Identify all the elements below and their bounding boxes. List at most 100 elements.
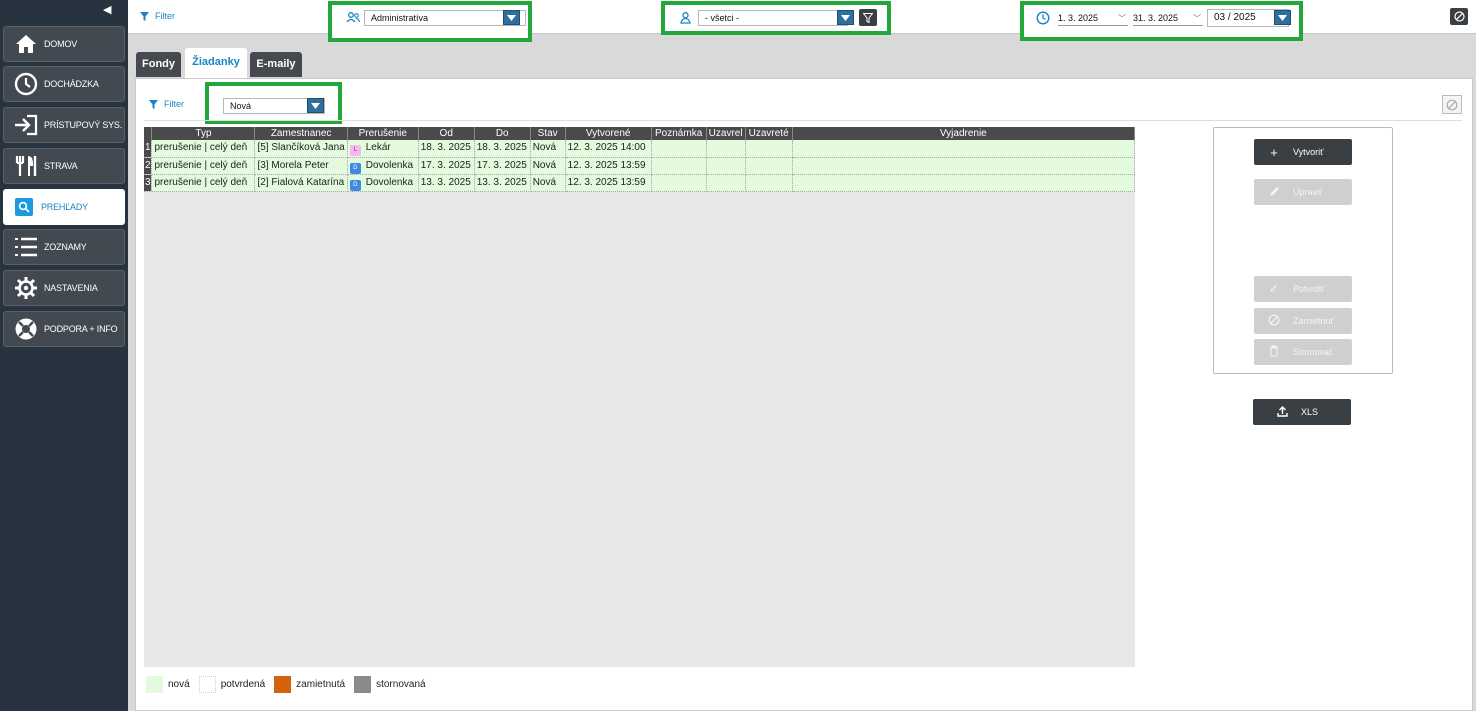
sidebar-item-prehlady[interactable]: PREHĽADY bbox=[3, 189, 125, 225]
period-dropdown-button[interactable] bbox=[1274, 10, 1291, 25]
lifebuoy-icon bbox=[13, 316, 39, 342]
absence-type-tag: L bbox=[349, 145, 361, 156]
edit-button[interactable]: Upraviť bbox=[1254, 179, 1352, 205]
legend-label: potvrdená bbox=[220, 679, 266, 690]
date-from-field[interactable]: 1. 3. 2025 ﹀ bbox=[1058, 11, 1128, 26]
top-filter-bar: Filter Administratíva - všetci - 1. 3. 2… bbox=[128, 0, 1476, 42]
tab-fondy[interactable]: Fondy bbox=[136, 52, 181, 77]
cell-uzavrete bbox=[745, 140, 793, 158]
cell-uzavrete bbox=[745, 174, 793, 192]
collapse-sidebar-icon[interactable]: ◀ bbox=[103, 4, 113, 16]
cell-zamestnanec: [2] Fialová Katarína bbox=[254, 174, 348, 192]
table-row[interactable]: 3 prerušenie | celý deň [2] Fialová Kata… bbox=[144, 174, 1136, 192]
clear-filter-button[interactable] bbox=[1442, 95, 1462, 114]
actions-box: + Vytvoriť Upraviť ✓ Potvrdiť Zamietnuť St… bbox=[1213, 127, 1393, 374]
cell-typ: prerušenie | celý deň bbox=[151, 157, 256, 175]
ban-icon bbox=[1453, 11, 1465, 22]
list-icon bbox=[13, 234, 39, 260]
button-label: Vytvoriť bbox=[1293, 147, 1324, 157]
col-uzavrete[interactable]: Uzavreté bbox=[745, 127, 793, 140]
department-value: Administratíva bbox=[371, 13, 429, 23]
reset-filter-button[interactable] bbox=[1450, 8, 1468, 25]
sidebar-item-label: PREHĽADY bbox=[41, 202, 88, 212]
tab-e-maily[interactable]: E-maily bbox=[250, 52, 302, 77]
cell-od: 13. 3. 2025 bbox=[418, 174, 475, 192]
sidebar-item-strava[interactable]: STRAVA bbox=[3, 148, 125, 184]
plus-icon: + bbox=[1270, 144, 1278, 160]
employee-dropdown-button[interactable] bbox=[837, 10, 854, 25]
cell-vytvorene: 12. 3. 2025 13:59 bbox=[565, 157, 652, 175]
col-poznamka[interactable]: Poznámka bbox=[651, 127, 707, 140]
employee-filter-button[interactable] bbox=[859, 9, 877, 26]
department-dropdown-button[interactable] bbox=[503, 10, 520, 25]
cell-vyjadrenie bbox=[792, 157, 1136, 175]
button-label: XLS bbox=[1301, 407, 1319, 417]
legend-item-zamietnuta: zamietnutá bbox=[274, 676, 345, 693]
cell-vyjadrenie bbox=[792, 140, 1136, 158]
col-vytvorene[interactable]: Vytvorené bbox=[565, 127, 652, 140]
button-label: Upraviť bbox=[1293, 187, 1323, 197]
date-range-highlight: 1. 3. 2025 ﹀ 31. 3. 2025 ﹀ 03 / 2025 bbox=[1020, 1, 1303, 41]
export-xls-button[interactable]: XLS bbox=[1253, 399, 1351, 425]
chevron-down-icon: ﹀ bbox=[1118, 14, 1126, 23]
employee-select[interactable]: - všetci - bbox=[698, 10, 848, 26]
home-icon bbox=[13, 31, 39, 57]
chevron-down-icon bbox=[507, 14, 516, 21]
cell-prerusenie: L Lekár bbox=[347, 140, 419, 158]
tab-ziadanky[interactable]: Žiadanky bbox=[185, 48, 247, 78]
cell-uzavrel bbox=[706, 157, 746, 175]
sidebar-item-pristupovy-sys[interactable]: PRÍSTUPOVÝ SYS. bbox=[3, 107, 125, 143]
col-typ[interactable]: Typ bbox=[151, 127, 256, 140]
status-filter-value: Nová bbox=[230, 101, 252, 111]
reject-button[interactable]: Zamietnuť bbox=[1254, 308, 1352, 334]
cell-od: 17. 3. 2025 bbox=[418, 157, 475, 175]
cell-stav: Nová bbox=[530, 157, 566, 175]
cell-prerusenie: D Dovolenka bbox=[347, 157, 419, 175]
status-filter-dropdown-button[interactable] bbox=[307, 98, 324, 113]
col-prerusenie[interactable]: Prerušenie bbox=[347, 127, 419, 140]
button-label: Stornovať bbox=[1293, 347, 1333, 357]
department-select[interactable]: Administratíva bbox=[364, 10, 526, 26]
tab-label: Žiadanky bbox=[192, 56, 240, 68]
date-to-value: 31. 3. 2025 bbox=[1133, 13, 1179, 23]
table-row[interactable]: 1 prerušenie | celý deň [5] Slančíková J… bbox=[144, 140, 1136, 158]
col-uzavrel[interactable]: Uzavrel bbox=[706, 127, 746, 140]
chevron-down-icon bbox=[1278, 14, 1287, 21]
cell-vytvorene: 12. 3. 2025 13:59 bbox=[565, 174, 652, 192]
sidebar-item-domov[interactable]: DOMOV bbox=[3, 26, 125, 62]
confirm-button[interactable]: ✓ Potvrdiť bbox=[1254, 276, 1352, 302]
table-row[interactable]: 2 prerušenie | celý deň [3] Morela Peter… bbox=[144, 157, 1136, 175]
col-od[interactable]: Od bbox=[418, 127, 475, 140]
col-vyjadrenie[interactable]: Vyjadrenie bbox=[792, 127, 1136, 140]
gear-icon bbox=[13, 275, 39, 301]
cell-poznamka bbox=[651, 140, 707, 158]
upload-icon bbox=[1275, 405, 1289, 420]
cell-do: 17. 3. 2025 bbox=[474, 157, 531, 175]
filter-link[interactable]: Filter bbox=[140, 11, 175, 21]
sidebar-item-zoznamy[interactable]: ZOZNAMY bbox=[3, 229, 125, 265]
col-do[interactable]: Do bbox=[474, 127, 531, 140]
sidebar-item-label: ZOZNAMY bbox=[44, 242, 87, 252]
ban-icon bbox=[1267, 314, 1281, 329]
panel-filter-link[interactable]: Filter bbox=[149, 99, 184, 109]
col-zamestnanec[interactable]: Zamestnanec bbox=[254, 127, 348, 140]
create-button[interactable]: + Vytvoriť bbox=[1254, 139, 1352, 165]
col-stav[interactable]: Stav bbox=[530, 127, 566, 140]
trash-icon bbox=[1267, 344, 1281, 360]
cancel-request-button[interactable]: Stornovať bbox=[1254, 339, 1352, 365]
filter-icon bbox=[140, 11, 149, 21]
chevron-down-icon bbox=[311, 102, 320, 109]
date-to-field[interactable]: 31. 3. 2025 ﹀ bbox=[1133, 11, 1203, 26]
sidebar-item-podpora-info[interactable]: PODPORA + INFO bbox=[3, 311, 125, 347]
absence-type-tag: D bbox=[349, 179, 361, 190]
absence-type-label: Dovolenka bbox=[365, 159, 414, 171]
cell-do: 18. 3. 2025 bbox=[474, 140, 531, 158]
sidebar: ◀ DOMOV DOCHÁDZKA PRÍSTUPOVÝ SYS. STRAVA… bbox=[0, 0, 128, 711]
absence-type-label: Dovolenka bbox=[365, 176, 414, 188]
sidebar-item-nastavenia[interactable]: NASTAVENIA bbox=[3, 270, 125, 306]
filter-icon bbox=[149, 99, 158, 109]
sidebar-item-dochadzka[interactable]: DOCHÁDZKA bbox=[3, 66, 125, 102]
pencil-icon bbox=[1267, 185, 1281, 200]
button-label: Potvrdiť bbox=[1293, 284, 1325, 294]
tab-label: E-maily bbox=[256, 58, 296, 70]
